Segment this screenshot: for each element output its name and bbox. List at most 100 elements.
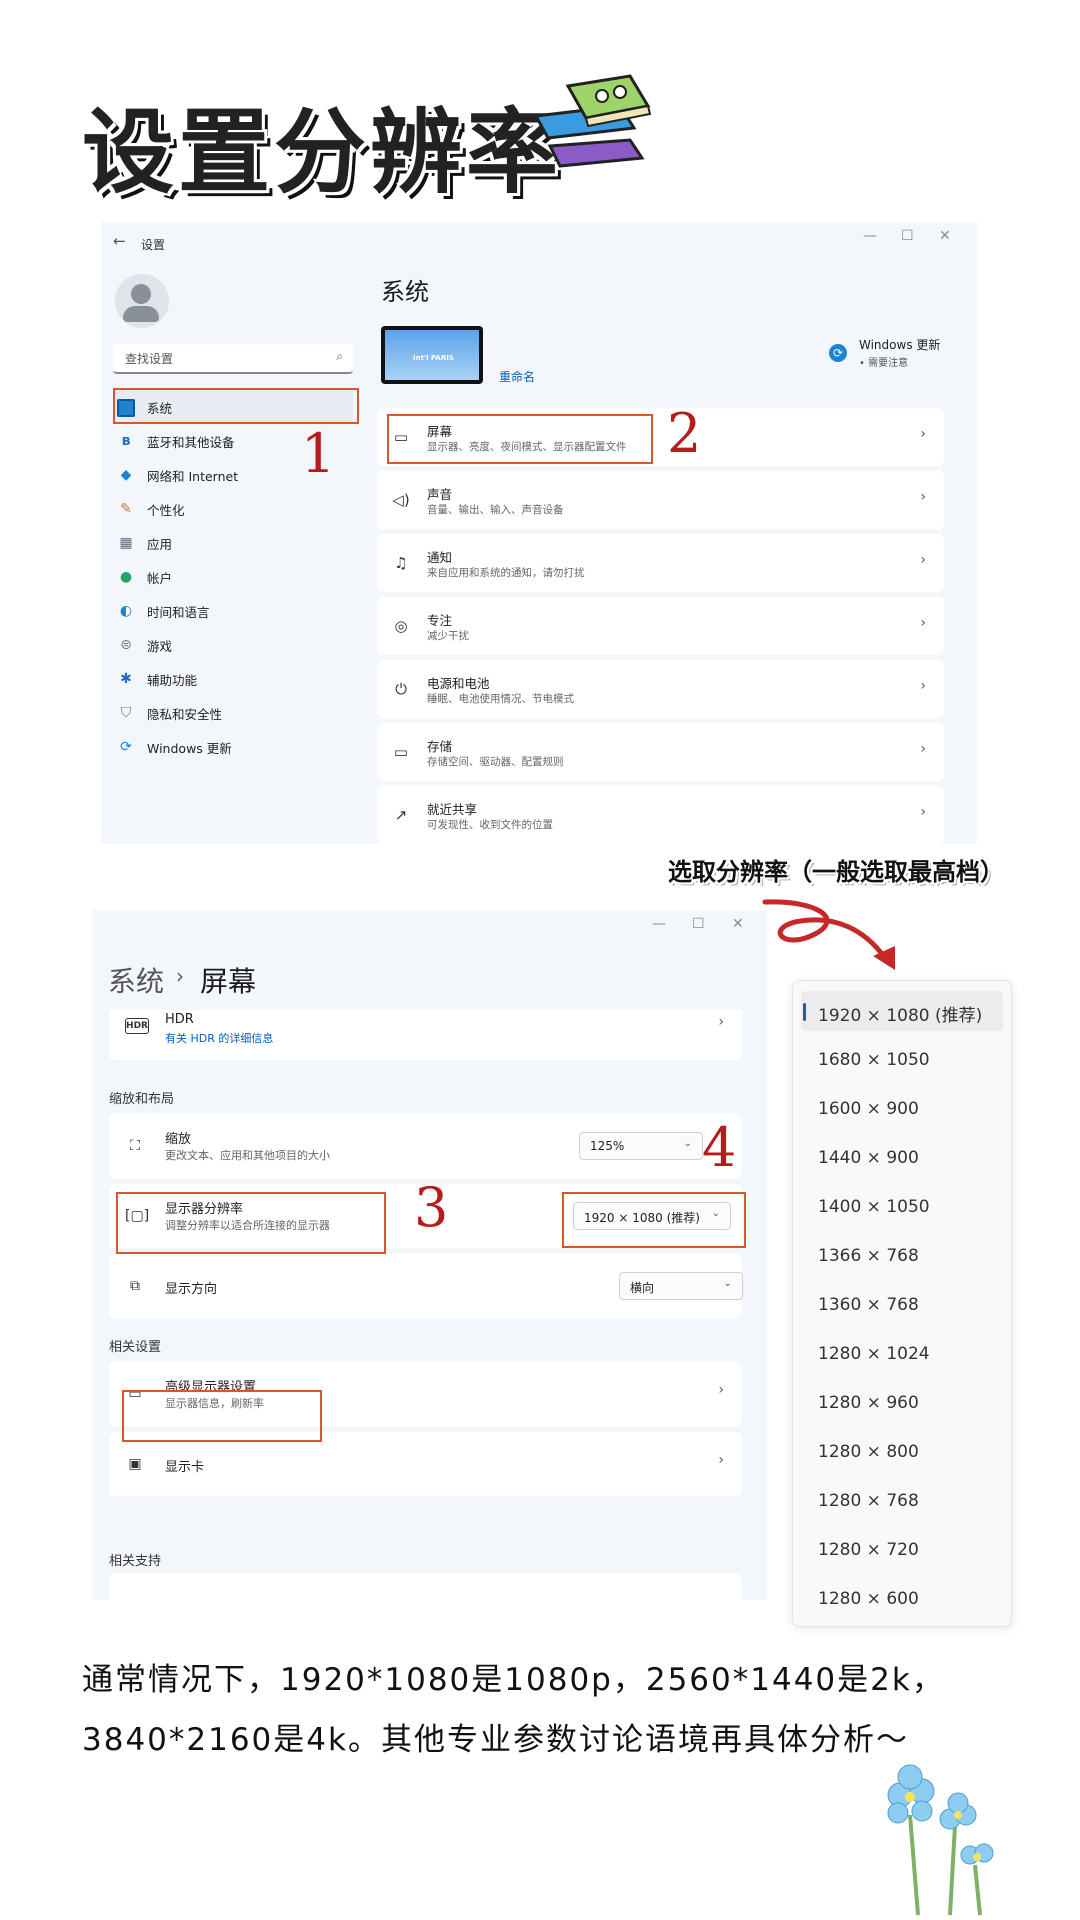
step-number-4: 4 xyxy=(702,1116,737,1179)
resolution-option[interactable]: 1280 × 960 xyxy=(801,1383,1003,1423)
wifi-icon: ◆ xyxy=(120,467,132,483)
hdr-title: HDR xyxy=(165,1012,194,1027)
card-hdr[interactable]: HDR HDR 有关 HDR 的详细信息 › xyxy=(109,1010,742,1060)
breadcrumb-parent[interactable]: 系统 xyxy=(108,960,164,1000)
resolution-option[interactable]: 1400 × 1050 xyxy=(801,1187,1003,1227)
breadcrumb-separator: › xyxy=(176,964,184,988)
selected-indicator xyxy=(803,1003,806,1021)
resolution-option[interactable]: 1920 × 1080 (推荐) xyxy=(801,991,1003,1031)
search-placeholder: 查找设置 xyxy=(125,352,174,366)
card-support[interactable] xyxy=(109,1574,742,1600)
breadcrumb-current: 屏幕 xyxy=(200,965,257,998)
maximize-icon[interactable]: ☐ xyxy=(901,228,914,244)
card-desc: 音量、输出、输入、声音设备 xyxy=(427,504,564,516)
sidebar-item-personalization[interactable]: ✎ 个性化 xyxy=(113,492,353,526)
resolution-option[interactable]: 1280 × 768 xyxy=(801,1481,1003,1521)
orientation-dropdown[interactable]: 横向 ⌄ xyxy=(619,1272,743,1300)
sidebar-item-windows-update[interactable]: ⟳ Windows 更新 xyxy=(113,730,353,764)
minimize-icon[interactable]: — xyxy=(863,228,877,244)
sidebar-item-label: 隐私和安全性 xyxy=(147,707,223,722)
chevron-right-icon: › xyxy=(718,1452,724,1468)
card-focus[interactable]: ◎ 专注 减少干扰 › xyxy=(377,597,944,655)
card-sound[interactable]: ◁) 声音 音量、输出、输入、声音设备 › xyxy=(377,471,944,529)
minimize-icon[interactable]: — xyxy=(652,916,666,932)
sidebar-item-accessibility[interactable]: ✱ 辅助功能 xyxy=(113,662,353,696)
sidebar-item-time-language[interactable]: ◐ 时间和语言 xyxy=(113,594,353,628)
bell-icon: ♫ xyxy=(394,554,408,572)
card-notifications[interactable]: ♫ 通知 来自应用和系统的通知，请勿打扰 › xyxy=(377,534,944,592)
section-label-related: 相关设置 xyxy=(109,1340,162,1355)
books-illustration-icon xyxy=(533,74,652,168)
highlight-box-resolution xyxy=(116,1192,386,1254)
graphics-card-icon: ▣ xyxy=(128,1456,142,1472)
resolution-option[interactable]: 1280 × 800 xyxy=(801,1432,1003,1472)
sidebar-item-apps[interactable]: ▦ 应用 xyxy=(113,526,353,560)
section-label-scale-layout: 缩放和布局 xyxy=(109,1092,175,1107)
sidebar-item-accounts[interactable]: ● 帐户 xyxy=(113,560,353,594)
sidebar-item-gaming[interactable]: ⊜ 游戏 xyxy=(113,628,353,662)
back-arrow-icon[interactable]: ← xyxy=(113,232,126,250)
highlight-box-advanced xyxy=(122,1390,322,1442)
step-number-3: 3 xyxy=(414,1176,449,1239)
scale-dropdown[interactable]: 125% ⌄ xyxy=(579,1132,703,1160)
card-nearby-sharing[interactable]: ↗ 就近共享 可发现性、收到文件的位置 › xyxy=(377,786,944,844)
chevron-right-icon: › xyxy=(920,678,926,694)
sidebar-item-label: Windows 更新 xyxy=(147,741,232,756)
step-number-1: 1 xyxy=(301,422,336,485)
flowers-illustration-icon xyxy=(887,1764,994,1916)
page-title: 设置分辨率 xyxy=(82,99,563,206)
wallpaper-preview: Int'l PARIS xyxy=(385,330,479,380)
scale-icon: ⛶ xyxy=(130,1138,140,1154)
sidebar-item-privacy[interactable]: ⛉ 隐私和安全性 xyxy=(113,696,353,730)
chevron-right-icon: › xyxy=(920,552,926,568)
sidebar-item-label: 帐户 xyxy=(147,571,173,586)
windows-update-title[interactable]: Windows 更新 xyxy=(859,336,940,353)
resolution-option[interactable]: 1360 × 768 xyxy=(801,1285,1003,1325)
apps-icon: ▦ xyxy=(119,535,133,551)
settings-window-display: — ☐ ✕ 系统 › 屏幕 HDR HDR 有关 HDR 的详细信息 › 缩放和… xyxy=(92,910,767,1600)
chevron-right-icon: › xyxy=(920,426,926,442)
resolution-option[interactable]: 1280 × 720 xyxy=(801,1530,1003,1570)
resolution-option[interactable]: 1440 × 900 xyxy=(801,1138,1003,1178)
card-desc: 睡眠、电池使用情况、节电模式 xyxy=(427,693,574,705)
sidebar-item-label: 蓝牙和其他设备 xyxy=(147,435,235,450)
close-icon[interactable]: ✕ xyxy=(732,916,744,932)
card-title: 声音 xyxy=(427,487,453,502)
search-icon[interactable]: ⌕ xyxy=(336,349,343,364)
sidebar-item-label: 辅助功能 xyxy=(147,673,198,688)
maximize-icon[interactable]: ☐ xyxy=(692,916,705,932)
scale-value: 125% xyxy=(590,1139,625,1153)
card-title: 电源和电池 xyxy=(427,676,490,691)
card-desc: 来自应用和系统的通知，请勿打扰 xyxy=(427,567,585,579)
globe-clock-icon: ◐ xyxy=(119,603,133,619)
resolution-option[interactable]: 1280 × 600 xyxy=(801,1579,1003,1619)
rename-link[interactable]: 重命名 xyxy=(499,368,535,385)
card-power[interactable]: ⏻ 电源和电池 睡眠、电池使用情况、节电模式 › xyxy=(377,660,944,718)
main-title: 系统 xyxy=(381,278,429,306)
footer-explanation: 通常情况下，1920*1080是1080p，2560*1440是2k，3840*… xyxy=(82,1662,945,1758)
app-title: 设置 xyxy=(141,238,166,252)
hdr-link[interactable]: 有关 HDR 的详细信息 xyxy=(165,1030,273,1046)
sidebar-item-label: 时间和语言 xyxy=(147,605,210,620)
gamepad-icon: ⊜ xyxy=(120,637,132,653)
resolution-option[interactable]: 1280 × 1024 xyxy=(801,1334,1003,1374)
card-scale: ⛶ 缩放 更改文本、应用和其他项目的大小 125% ⌄ xyxy=(109,1114,742,1178)
resolution-option[interactable]: 1600 × 900 xyxy=(801,1089,1003,1129)
chevron-down-icon: ⌄ xyxy=(723,1278,732,1289)
speaker-icon: ◁) xyxy=(392,491,410,509)
card-title: 专注 xyxy=(427,613,453,628)
card-storage[interactable]: ▭ 存储 存储空间、驱动器、配置规则 › xyxy=(377,723,944,781)
chevron-right-icon: › xyxy=(920,615,926,631)
annotation-title: 选取分辨率（一般选取最高档） xyxy=(668,858,1004,886)
graphics-title: 显示卡 xyxy=(165,1460,205,1475)
sidebar-item-label: 网络和 Internet xyxy=(147,469,239,484)
close-icon[interactable]: ✕ xyxy=(939,228,951,244)
search-input[interactable]: 查找设置 ⌕ xyxy=(113,344,353,374)
resolution-option[interactable]: 1366 × 768 xyxy=(801,1236,1003,1276)
chevron-right-icon: › xyxy=(718,1382,724,1398)
settings-window-system: ← 设置 — ☐ ✕ 查找设置 ⌕ 系统 ʙ 蓝牙和其他设备 ◆ 网络和 Int… xyxy=(101,222,977,844)
resolution-option[interactable]: 1680 × 1050 xyxy=(801,1040,1003,1080)
hdr-icon: HDR xyxy=(125,1018,149,1034)
sidebar-item-label: 个性化 xyxy=(147,503,185,518)
card-orientation: ⧉ 显示方向 横向 ⌄ xyxy=(109,1254,743,1318)
